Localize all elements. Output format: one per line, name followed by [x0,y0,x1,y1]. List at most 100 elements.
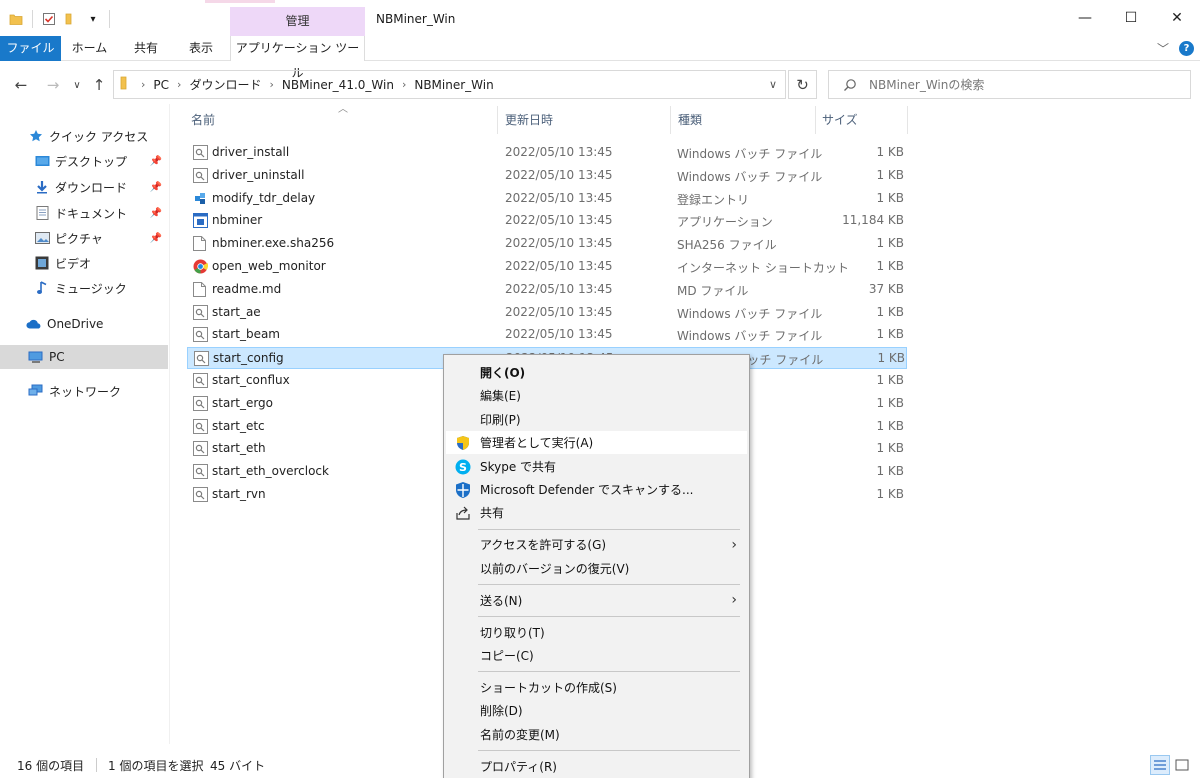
sidebar-item-label: ビデオ [55,256,92,271]
file-row[interactable]: start_beam 2022/05/10 13:45 Windows バッチ ファ… [187,324,907,346]
sidebar-item-desktop[interactable]: デスクトップ 📌 [0,149,168,173]
menu-separator [478,671,740,673]
file-size: 1 KB [876,464,904,479]
column-divider[interactable] [907,106,908,134]
menu-item-7[interactable]: 共有 [446,501,747,524]
menu-item-3[interactable]: 印刷(P) [446,408,747,431]
expand-ribbon-icon[interactable]: ﹀ [1157,40,1169,57]
file-name: nbminer.exe.sha256 [212,236,335,251]
menu-item-19[interactable]: 名前の変更(M) [446,723,747,746]
forward-arrow-icon[interactable]: → [43,75,63,95]
window-title: NBMiner_Win [376,12,456,26]
customize-toolbar-icon[interactable]: ▾ [85,11,101,27]
menu-item-1[interactable]: 開く(O) [446,361,747,384]
menu-item-6[interactable]: Microsoft Defender でスキャンする... [446,478,747,501]
column-header-type[interactable]: 種類 [678,104,808,134]
folder-icon[interactable] [8,11,24,27]
menu-item-17[interactable]: ショートカットの作成(S) [446,676,747,699]
properties-check-icon[interactable] [41,11,57,27]
file-name: driver_install [212,145,290,159]
chevron-right-icon[interactable]: › [141,78,145,91]
tab-view[interactable]: 表示 [175,36,227,61]
pin-icon[interactable]: 📌 [150,233,162,244]
details-view-icon[interactable] [1150,755,1170,775]
sidebar-item-videos[interactable]: ビデオ [0,251,168,275]
refresh-icon[interactable]: ↻ [788,70,817,99]
up-arrow-icon[interactable]: ↑ [89,75,109,95]
file-row[interactable]: nbminer 2022/05/10 13:45 アプリケーション 11,184 KB [187,210,907,232]
sidebar-item-music[interactable]: ミュージック [0,276,168,300]
sidebar-item-downloads[interactable]: ダウンロード 📌 [0,175,168,199]
tab-share[interactable]: 共有 [120,36,172,61]
maximize-button[interactable]: ☐ [1108,0,1154,36]
menu-item-18[interactable]: 削除(D) [446,699,747,722]
sidebar-item-pc[interactable]: PC [0,345,168,369]
file-date: 2022/05/10 13:45 [505,236,613,251]
large-icons-view-icon[interactable] [1172,755,1192,775]
sidebar-item-documents[interactable]: ドキュメント 📌 [0,201,168,225]
close-button[interactable]: ✕ [1154,0,1200,36]
video-icon [34,255,50,271]
file-date: 2022/05/10 13:45 [505,145,613,159]
column-divider[interactable] [815,106,816,134]
new-folder-icon[interactable] [63,11,79,27]
back-arrow-icon[interactable]: ← [11,75,31,95]
chevron-right-icon[interactable]: › [269,78,273,91]
menu-item-10[interactable]: 以前のバージョンの復元(V) [446,557,747,580]
tab-file[interactable]: ファイル [0,36,61,61]
column-header-label: 更新日時 [505,112,554,127]
menu-item-14[interactable]: 切り取り(T) [446,621,747,644]
file-name: readme.md [212,281,282,296]
sidebar-item-onedrive[interactable]: OneDrive [0,312,168,336]
file-row[interactable]: driver_install 2022/05/10 13:45 Windows バッ… [187,142,907,164]
recent-locations-icon[interactable]: ∨ [67,75,87,95]
menu-item-2[interactable]: 編集(E) [446,384,747,407]
tab-home[interactable]: ホーム [62,36,117,61]
chevron-down-icon[interactable]: ∨ [769,78,777,91]
chevron-right-icon[interactable]: › [177,78,181,91]
file-size: 1 KB [876,487,904,501]
pin-icon[interactable]: 📌 [150,208,162,219]
file-row[interactable]: readme.md 2022/05/10 13:45 MD ファイル 37 KB [187,279,907,301]
breadcrumb-nbminer-41[interactable]: NBMiner_41.0_Win [282,78,394,92]
sidebar-item-label: ネットワーク [49,384,122,399]
column-divider[interactable] [670,106,671,134]
breadcrumb-nbminer-win[interactable]: NBMiner_Win [414,78,493,92]
menu-item-label: 削除(D) [480,704,523,719]
file-name: start_etc [212,418,265,433]
tab-application-tools[interactable]: アプリケーション ツール [230,36,365,80]
chevron-right-icon[interactable]: › [402,78,406,91]
network-icon [28,383,44,399]
sidebar-item-pictures[interactable]: ピクチャ 📌 [0,226,168,250]
sidebar-item-network[interactable]: ネットワーク [0,379,168,403]
file-name: modify_tdr_delay [212,190,316,205]
menu-item-9[interactable]: アクセスを許可する(G) › [446,533,747,556]
breadcrumb-downloads[interactable]: ダウンロード [189,76,261,93]
menu-item-5[interactable]: S Skype で共有 [446,455,747,478]
pin-icon[interactable]: 📌 [150,156,162,167]
minimize-button[interactable]: — [1062,0,1108,36]
column-header-size[interactable]: サイズ [822,104,907,134]
sidebar-item-quick-access[interactable]: クイック アクセス [0,124,168,148]
file-row[interactable]: start_ae 2022/05/10 13:45 Windows バッチ ファイル… [187,302,907,324]
defender-icon [454,481,472,499]
file-row[interactable]: open_web_monitor 2022/05/10 13:45 インターネット … [187,256,907,278]
menu-item-12[interactable]: 送る(N) › [446,589,747,612]
file-date: 2022/05/10 13:45 [505,259,613,273]
menu-item-4[interactable]: 管理者として実行(A) [446,431,747,455]
address-bar[interactable]: › PC › ダウンロード › NBMiner_41.0_Win › NBMin… [113,70,786,99]
breadcrumb-pc[interactable]: PC [153,78,169,92]
pin-icon[interactable]: 📌 [150,182,162,193]
menu-item-15[interactable]: コピー(C) [446,644,747,667]
file-row[interactable]: nbminer.exe.sha256 2022/05/10 13:45 SHA256… [187,233,907,255]
search-input[interactable]: NBMiner_Winの検索 [828,70,1191,99]
file-date: 2022/05/10 13:45 [505,304,613,319]
file-row[interactable]: driver_uninstall 2022/05/10 13:45 Windows … [187,165,907,187]
column-divider[interactable] [497,106,498,134]
help-icon[interactable]: ? [1179,41,1194,56]
column-header-date[interactable]: 更新日時 [505,104,665,134]
column-header-name[interactable]: 名前 [191,104,491,134]
application-icon [193,213,208,229]
ribbon-right-controls: ﹀ ? [1157,40,1194,57]
file-row[interactable]: modify_tdr_delay 2022/05/10 13:45 登録エントリ 1 … [187,188,907,210]
